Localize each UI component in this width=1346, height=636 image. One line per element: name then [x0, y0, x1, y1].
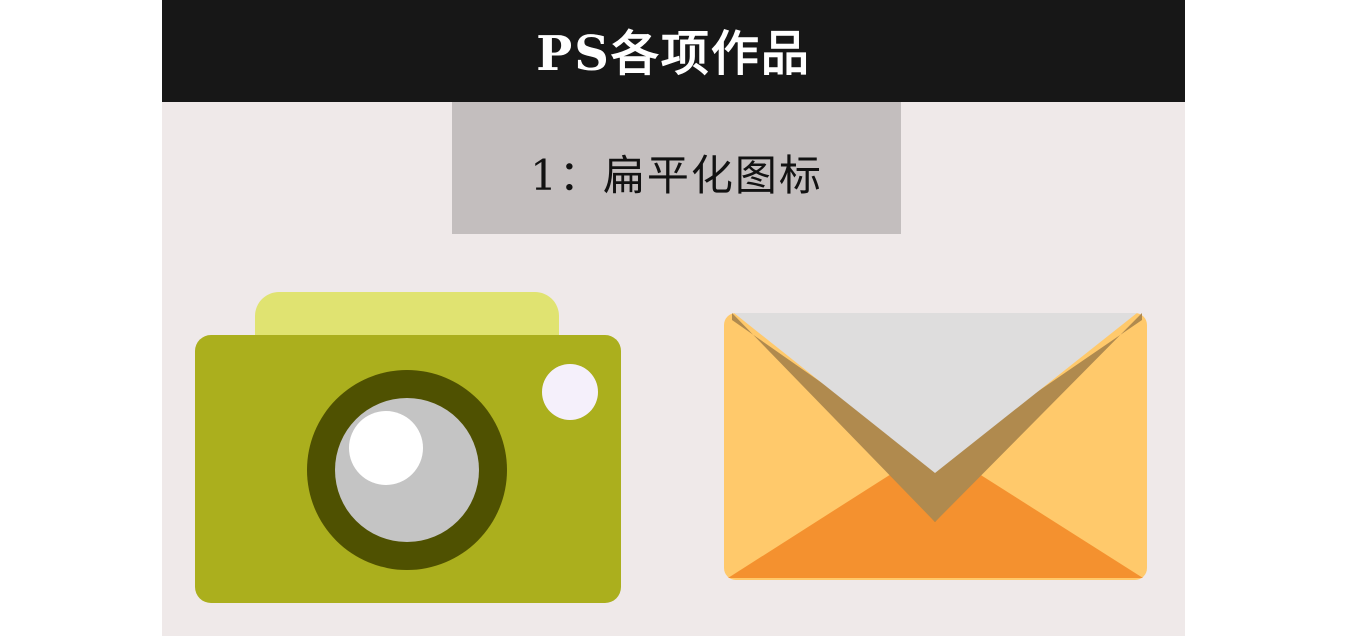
- icons-illustration: [195, 292, 1147, 603]
- camera-icon: [195, 292, 621, 603]
- camera-lens-highlight: [349, 411, 423, 485]
- slide-canvas: PS各项作品 1：扁平化图标: [162, 0, 1185, 636]
- camera-flash: [542, 364, 598, 420]
- envelope-icon: [724, 313, 1147, 580]
